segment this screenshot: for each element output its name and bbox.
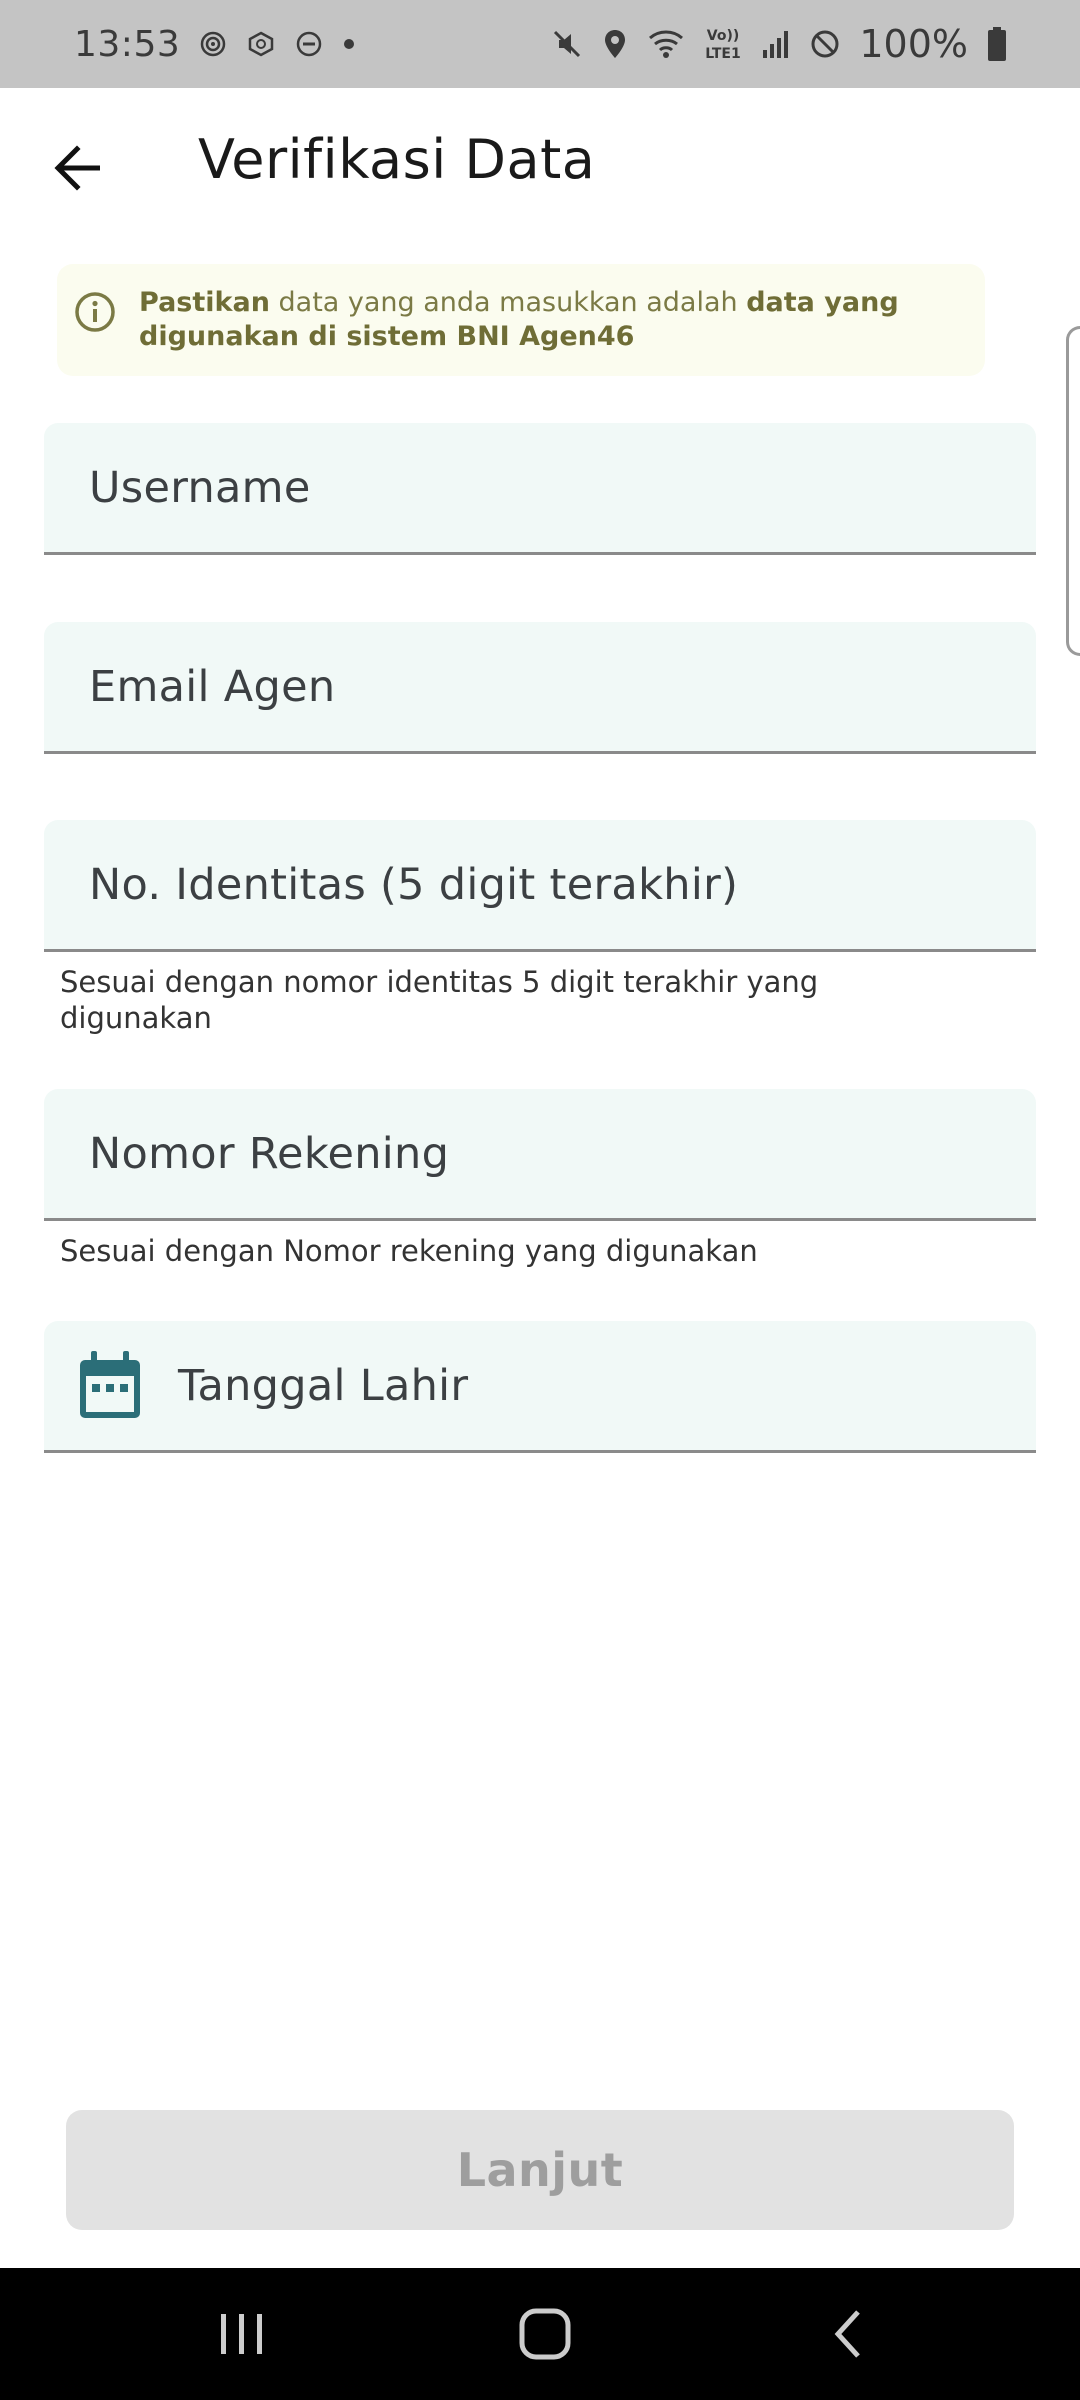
system-navigation-bar — [0, 2268, 1080, 2400]
birthdate-label: Tanggal Lahir — [178, 1360, 469, 1411]
home-icon — [519, 2308, 571, 2360]
info-circle-icon — [75, 292, 115, 332]
wifi-icon — [647, 28, 685, 60]
birthdate-field[interactable]: Tanggal Lahir — [44, 1321, 1036, 1453]
edge-panel-handle[interactable] — [1066, 326, 1080, 656]
status-bar: 13:53 Vo)) LTE1 100% — [0, 0, 1080, 88]
recents-button[interactable] — [202, 2302, 282, 2366]
arrow-left-icon — [54, 145, 100, 191]
next-button-label: Lanjut — [456, 2143, 624, 2197]
status-left: 13:53 — [74, 24, 356, 65]
account-number-label: Nomor Rekening — [89, 1128, 450, 1179]
account-number-field[interactable]: Nomor Rekening — [44, 1089, 1036, 1221]
username-label: Username — [89, 462, 311, 513]
svg-text:Vo)): Vo)) — [707, 28, 739, 44]
do-not-disturb-icon — [294, 29, 324, 59]
info-banner-text: Pastikan data yang anda masukkan adalah … — [139, 286, 961, 354]
svg-text:LTE1: LTE1 — [706, 46, 741, 62]
identity-helper-text: Sesuai dengan nomor identitas 5 digit te… — [60, 965, 819, 1035]
status-time: 13:53 — [74, 23, 181, 65]
vpn-icon — [198, 29, 228, 59]
blocked-icon — [809, 28, 841, 60]
email-agent-field[interactable]: Email Agen — [44, 622, 1036, 754]
username-field[interactable]: Username — [44, 423, 1036, 555]
info-bold-start: Pastikan — [139, 287, 270, 318]
dot-icon — [342, 29, 356, 59]
account-helper-text: Sesuai dengan Nomor rekening yang diguna… — [60, 1234, 758, 1268]
signal-icon — [761, 28, 791, 60]
identity-number-field[interactable]: No. Identitas (5 digit terakhir) — [44, 820, 1036, 952]
page-title: Verifikasi Data — [198, 128, 596, 191]
app-notification-icon — [246, 29, 276, 59]
recents-icon — [221, 2314, 262, 2354]
system-back-button[interactable] — [808, 2302, 888, 2366]
info-middle: data yang anda masukkan adalah — [269, 287, 747, 318]
location-icon — [601, 28, 629, 60]
back-arrow-button[interactable] — [44, 134, 112, 202]
calendar-icon[interactable] — [77, 1350, 143, 1422]
battery-icon — [986, 26, 1008, 62]
next-button[interactable]: Lanjut — [66, 2110, 1014, 2230]
volte-icon: Vo)) LTE1 — [703, 25, 743, 63]
battery-percentage: 100% — [859, 22, 968, 66]
home-button[interactable] — [505, 2302, 585, 2366]
email-agent-label: Email Agen — [89, 661, 336, 712]
mute-icon — [551, 28, 583, 60]
identity-number-label: No. Identitas (5 digit terakhir) — [89, 859, 739, 910]
status-right: Vo)) LTE1 100% — [551, 22, 1008, 66]
app-bar: Verifikasi Data — [0, 88, 1080, 248]
info-banner: Pastikan data yang anda masukkan adalah … — [57, 264, 985, 376]
back-icon — [834, 2310, 860, 2358]
